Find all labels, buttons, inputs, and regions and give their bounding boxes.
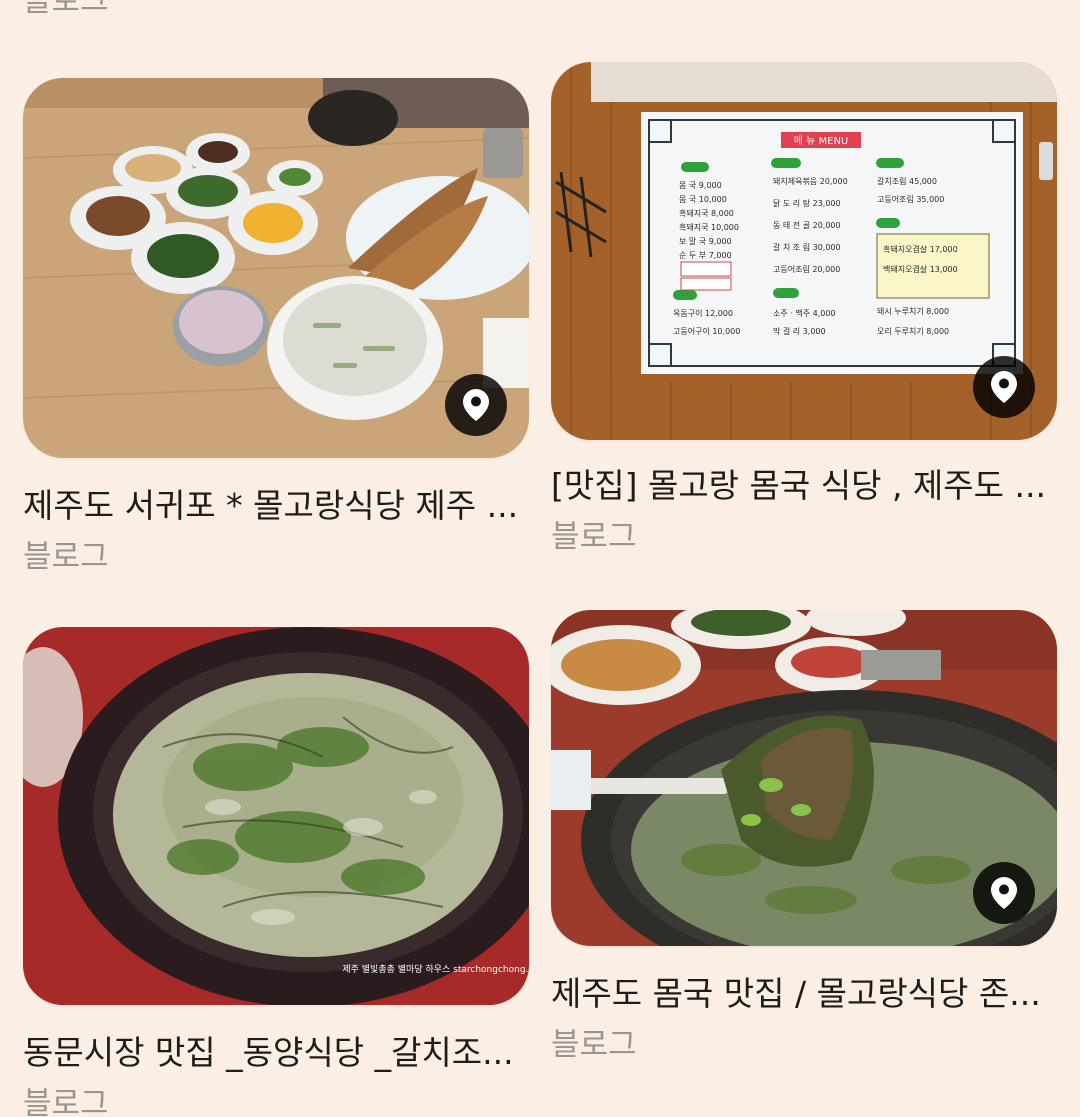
svg-text:흑돼지국 8,000: 흑돼지국 8,000 <box>679 208 734 218</box>
result-card[interactable]: 제주도 서귀포 * 몰고랑식당 제주 ... 블로그 <box>23 78 529 578</box>
image-search-results: 블로그 블로그 <box>0 0 1080 1117</box>
result-title[interactable]: 제주도 서귀포 * 몰고랑식당 제주 ... <box>23 484 529 528</box>
location-pin-icon <box>463 389 489 421</box>
soup-bowl-photo: 제주 별빛총총 별마당 하우스 starchongchong.com <box>23 627 529 1005</box>
partial-source-right: 블로그 <box>551 0 637 16</box>
svg-text:흑돼지오겹살 17,000: 흑돼지오겹살 17,000 <box>883 244 958 254</box>
partial-source-left: 블로그 <box>23 0 109 19</box>
svg-text:흑돼지국 10,000: 흑돼지국 10,000 <box>679 222 739 232</box>
svg-text:동 태 전 골 20,000: 동 태 전 골 20,000 <box>773 220 841 230</box>
svg-text:닭 도 리 탕 23,000: 닭 도 리 탕 23,000 <box>773 198 841 208</box>
svg-text:갈 치 조 림 30,000: 갈 치 조 림 30,000 <box>773 242 841 252</box>
result-source: 블로그 <box>23 1086 109 1117</box>
location-pin-icon <box>991 877 1017 909</box>
svg-text:막 걸 리 3,000: 막 걸 리 3,000 <box>773 326 826 336</box>
svg-text:돼시 누루치기 8,000: 돼시 누루치기 8,000 <box>877 307 949 316</box>
svg-text:고등어구이 10,000: 고등어구이 10,000 <box>673 326 740 336</box>
location-pin-button[interactable] <box>973 862 1035 924</box>
result-source: 블로그 <box>23 539 109 575</box>
svg-text:갈치조림 45,000: 갈치조림 45,000 <box>877 176 937 186</box>
svg-text:보 말 국 9,000: 보 말 국 9,000 <box>679 237 732 246</box>
result-card[interactable]: 메 뉴 MENU 몸 국 9,000 몸 국 10,000 흑돼지국 8,000… <box>551 62 1057 558</box>
result-thumbnail[interactable]: 메 뉴 MENU 몸 국 9,000 몸 국 10,000 흑돼지국 8,000… <box>551 62 1057 440</box>
svg-text:고등어조림 35,000: 고등어조림 35,000 <box>877 194 944 204</box>
svg-text:몸 국 10,000: 몸 국 10,000 <box>679 195 727 204</box>
result-thumbnail[interactable]: 제주 별빛총총 별마당 하우스 starchongchong.com <box>23 627 529 1005</box>
result-thumbnail[interactable] <box>23 78 529 458</box>
photo-watermark: 제주 별빛총총 별마당 하우스 starchongchong.com <box>342 964 529 975</box>
svg-text:소주 · 맥주 4,000: 소주 · 맥주 4,000 <box>773 308 836 318</box>
svg-text:돼지제육볶음 20,000: 돼지제육볶음 20,000 <box>773 177 848 186</box>
result-thumbnail[interactable] <box>551 610 1057 946</box>
result-title[interactable]: [맛집] 몰고랑 몸국 식당 , 제주도 ... <box>551 464 1057 508</box>
location-pin-button[interactable] <box>973 356 1035 418</box>
location-pin-icon <box>991 371 1017 403</box>
svg-text:고등어조림 20,000: 고등어조림 20,000 <box>773 264 840 274</box>
result-card[interactable]: 제주 별빛총총 별마당 하우스 starchongchong.com 동문시장 … <box>23 627 529 1117</box>
result-title[interactable]: 동문시장 맛집 _동양식당 _갈치조... <box>23 1031 529 1075</box>
svg-text:순 두 부 7,000: 순 두 부 7,000 <box>679 251 732 260</box>
svg-text:옥돔구이 12,000: 옥돔구이 12,000 <box>673 308 733 318</box>
result-source: 블로그 <box>551 519 637 555</box>
location-pin-button[interactable] <box>445 374 507 436</box>
result-source: 블로그 <box>551 1027 637 1063</box>
result-card[interactable]: 제주도 몸국 맛집 / 몰고랑식당 존... 블로그 <box>551 610 1057 1066</box>
result-title[interactable]: 제주도 몸국 맛집 / 몰고랑식당 존... <box>551 972 1057 1016</box>
menu-header: 메 뉴 MENU <box>794 135 849 147</box>
svg-text:백돼지오겹살 13,000: 백돼지오겹살 13,000 <box>883 264 958 274</box>
svg-text:몸 국 9,000: 몸 국 9,000 <box>679 181 722 190</box>
svg-text:오리 두루치기 8,000: 오리 두루치기 8,000 <box>877 327 949 336</box>
